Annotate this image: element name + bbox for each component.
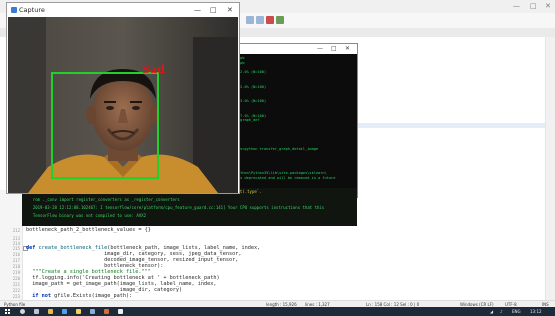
console-titlebar[interactable]: — □ ✕ xyxy=(228,44,357,54)
editor-maximize-button[interactable]: □ xyxy=(530,2,537,10)
capture-window-title: Capture xyxy=(19,6,45,14)
line-number: 222 xyxy=(12,288,20,293)
search-icon[interactable] xyxy=(20,309,25,314)
clock[interactable]: 13:12 xyxy=(530,309,542,314)
webcam-image xyxy=(8,17,238,193)
output-line: TensorFlow binary was not compiled to us… xyxy=(28,213,147,218)
line-number: 216 xyxy=(12,252,20,257)
output-line: rom ._conv import register_converters as… xyxy=(28,197,180,202)
undo-icon[interactable] xyxy=(246,16,254,24)
code-line[interactable]: bottleneck_path_2_bottleneck_values = {} xyxy=(26,227,151,233)
python-icon[interactable] xyxy=(76,309,81,314)
capture-titlebar[interactable]: Capture — □ ✕ xyxy=(7,3,239,17)
speaker-icon[interactable]: ♪ xyxy=(500,309,503,314)
line-number: 221 xyxy=(12,282,20,287)
capture-close-button[interactable]: ✕ xyxy=(227,6,233,14)
code-line[interactable]: if not gfile.Exists(image_path): xyxy=(26,293,132,299)
capture-minimize-button[interactable]: — xyxy=(194,6,201,14)
console-minimize-button[interactable]: — xyxy=(317,45,323,52)
console-output-text: .pb.pb052.0% (N=100) 062.0% (N=100) 063.… xyxy=(238,56,356,198)
capture-maximize-button[interactable]: □ xyxy=(210,6,217,14)
line-number: 215 xyxy=(12,246,20,251)
editor-close-button[interactable]: ✕ xyxy=(545,2,551,10)
vertical-scrollbar[interactable] xyxy=(545,37,555,300)
current-line-highlight xyxy=(345,123,555,128)
windows-start-icon[interactable] xyxy=(5,309,10,314)
browser-icon[interactable] xyxy=(62,309,67,314)
redo-icon[interactable] xyxy=(256,16,264,24)
app-icon xyxy=(11,7,17,13)
record-macro-icon[interactable] xyxy=(266,16,274,24)
editor-minimize-button[interactable]: — xyxy=(513,2,520,10)
webcam-frame: Sad xyxy=(8,17,238,193)
notepad-icon[interactable] xyxy=(90,309,95,314)
file-explorer-icon[interactable] xyxy=(48,309,53,314)
emotion-label: Sad xyxy=(142,63,165,76)
capture-window[interactable]: Capture — □ ✕ Sad xyxy=(6,2,240,194)
line-number: 218 xyxy=(12,264,20,269)
line-number: 212 xyxy=(12,228,20,233)
app-icon[interactable] xyxy=(104,309,109,314)
line-number: 220 xyxy=(12,276,20,281)
line-number: 219 xyxy=(12,270,20,275)
code-token: gfile.Exists(image_path): xyxy=(54,293,133,299)
run-icon[interactable] xyxy=(276,16,284,24)
keyword-token: if not xyxy=(26,293,55,299)
console-close-button[interactable]: ✕ xyxy=(345,45,350,52)
task-view-icon[interactable] xyxy=(34,309,39,314)
terminal-icon[interactable] xyxy=(118,309,123,314)
console-window[interactable]: — □ ✕ .pb.pb052.0% (N=100) 062.0% (N=100… xyxy=(227,43,358,198)
line-number: 223 xyxy=(12,294,20,299)
taskbar: ◢ ♪ ENG 13:12 xyxy=(0,307,555,316)
network-icon[interactable]: ◢ xyxy=(490,309,493,314)
line-number: 217 xyxy=(12,258,20,263)
input-language[interactable]: ENG xyxy=(512,309,521,314)
console-maximize-button[interactable]: □ xyxy=(331,45,337,52)
output-line: 2019-03-28 12:12:08.102467: I tensorflow… xyxy=(28,205,325,210)
